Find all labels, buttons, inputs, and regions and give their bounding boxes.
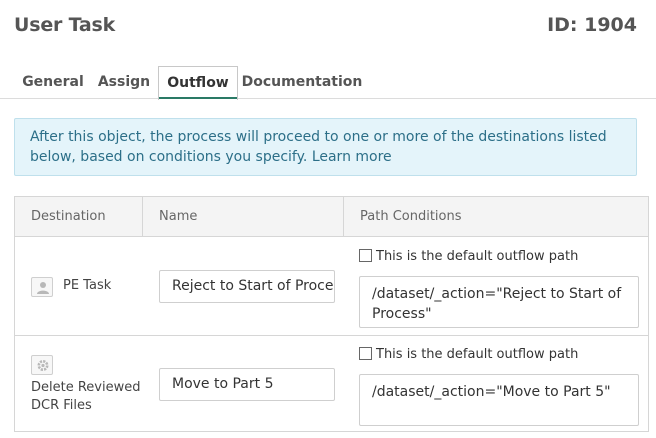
name-input[interactable]: Reject to Start of Proce (159, 270, 335, 303)
tab-documentation[interactable]: Documentation (240, 66, 364, 99)
checkbox-box[interactable] (359, 249, 372, 262)
outflow-table: Destination Name Path Conditions PE Task… (14, 196, 649, 432)
tab-bar: General Assign Outflow Documentation (0, 66, 656, 100)
tab-outflow-label: Outflow (167, 75, 229, 91)
tab-outflow[interactable]: Outflow (158, 66, 238, 100)
object-id: ID: 1904 (547, 14, 637, 36)
page-header: User Task ID: 1904 (14, 14, 637, 42)
tab-general[interactable]: General (14, 66, 92, 99)
page-title: User Task (14, 14, 116, 36)
default-outflow-checkbox[interactable]: This is the default outflow path (359, 249, 578, 264)
learn-more-link[interactable]: Learn more (312, 149, 392, 165)
column-name: Name (142, 197, 343, 237)
column-destination: Destination (31, 209, 106, 224)
table-header: Destination Name Path Conditions (15, 197, 648, 237)
default-outflow-checkbox[interactable]: This is the default outflow path (359, 347, 578, 362)
gear-icon (31, 355, 53, 375)
table-row: PE Task Reject to Start of Proce This is… (15, 237, 648, 335)
tab-assign[interactable]: Assign (92, 66, 156, 99)
default-outflow-label: This is the default outflow path (376, 347, 579, 362)
checkbox-box[interactable] (359, 347, 372, 360)
destination-label: PE Task (63, 278, 112, 293)
name-input[interactable]: Move to Part 5 (159, 368, 335, 401)
destination-label: Delete Reviewed DCR Files (31, 380, 141, 413)
path-condition-field[interactable]: /dataset/_action="Reject to Start of Pro… (359, 276, 639, 328)
table-row: Delete Reviewed DCR Files Move to Part 5… (15, 335, 648, 433)
tab-active-underline (159, 97, 237, 99)
path-condition-field[interactable]: /dataset/_action="Move to Part 5" (359, 374, 639, 426)
info-banner: After this object, the process will proc… (14, 118, 637, 176)
column-path-conditions: Path Conditions (343, 197, 648, 237)
user-icon (31, 277, 53, 297)
default-outflow-label: This is the default outflow path (376, 249, 579, 264)
